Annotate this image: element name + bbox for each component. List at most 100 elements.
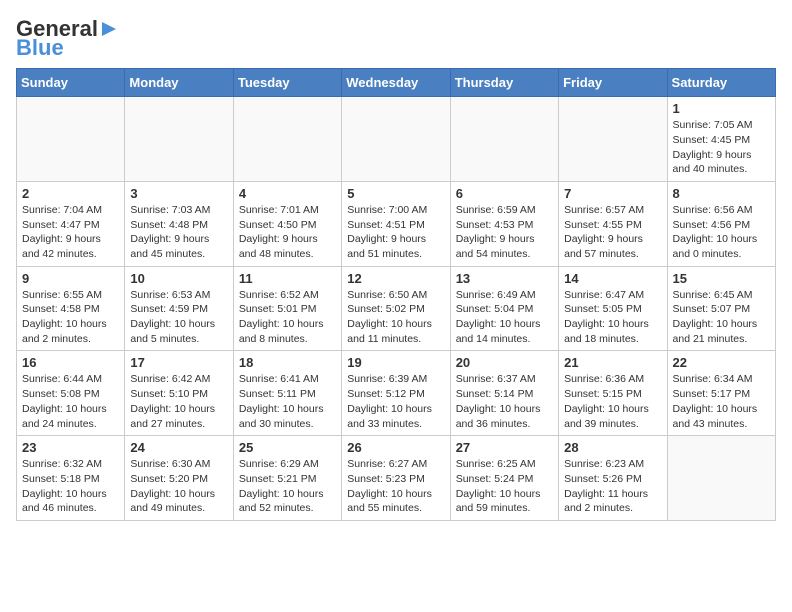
calendar-cell: 8 Sunrise: 6:56 AM Sunset: 4:56 PM Daylig…: [667, 181, 775, 266]
calendar-cell: 19 Sunrise: 6:39 AM Sunset: 5:12 PM Dayli…: [342, 351, 450, 436]
calendar-cell: [233, 97, 341, 182]
day-info: Sunrise: 6:49 AM Sunset: 5:04 PM Dayligh…: [456, 288, 553, 347]
logo: General Blue: [16, 16, 119, 60]
calendar-cell: [125, 97, 233, 182]
calendar-cell: 15 Sunrise: 6:45 AM Sunset: 5:07 PM Dayli…: [667, 266, 775, 351]
day-number: 22: [673, 355, 770, 370]
day-number: 18: [239, 355, 336, 370]
day-info: Sunrise: 6:42 AM Sunset: 5:10 PM Dayligh…: [130, 372, 227, 431]
weekday-header: Tuesday: [233, 69, 341, 97]
weekday-header: Friday: [559, 69, 667, 97]
calendar-cell: 10 Sunrise: 6:53 AM Sunset: 4:59 PM Dayli…: [125, 266, 233, 351]
calendar-table: SundayMondayTuesdayWednesdayThursdayFrid…: [16, 68, 776, 521]
day-info: Sunrise: 6:44 AM Sunset: 5:08 PM Dayligh…: [22, 372, 119, 431]
day-info: Sunrise: 6:34 AM Sunset: 5:17 PM Dayligh…: [673, 372, 770, 431]
day-number: 24: [130, 440, 227, 455]
calendar-cell: [17, 97, 125, 182]
logo: General Blue: [16, 16, 119, 60]
calendar-cell: [667, 436, 775, 521]
day-info: Sunrise: 6:39 AM Sunset: 5:12 PM Dayligh…: [347, 372, 444, 431]
weekday-header: Monday: [125, 69, 233, 97]
day-number: 7: [564, 186, 661, 201]
calendar-header-row: SundayMondayTuesdayWednesdayThursdayFrid…: [17, 69, 776, 97]
calendar-cell: 11 Sunrise: 6:52 AM Sunset: 5:01 PM Dayli…: [233, 266, 341, 351]
day-number: 19: [347, 355, 444, 370]
day-number: 20: [456, 355, 553, 370]
calendar-cell: 24 Sunrise: 6:30 AM Sunset: 5:20 PM Dayli…: [125, 436, 233, 521]
calendar-cell: 27 Sunrise: 6:25 AM Sunset: 5:24 PM Dayli…: [450, 436, 558, 521]
day-number: 9: [22, 271, 119, 286]
day-info: Sunrise: 6:57 AM Sunset: 4:55 PM Dayligh…: [564, 203, 661, 262]
day-number: 1: [673, 101, 770, 116]
day-info: Sunrise: 6:37 AM Sunset: 5:14 PM Dayligh…: [456, 372, 553, 431]
day-info: Sunrise: 6:47 AM Sunset: 5:05 PM Dayligh…: [564, 288, 661, 347]
day-number: 27: [456, 440, 553, 455]
day-info: Sunrise: 7:01 AM Sunset: 4:50 PM Dayligh…: [239, 203, 336, 262]
day-number: 10: [130, 271, 227, 286]
day-info: Sunrise: 7:05 AM Sunset: 4:45 PM Dayligh…: [673, 118, 770, 177]
day-info: Sunrise: 6:30 AM Sunset: 5:20 PM Dayligh…: [130, 457, 227, 516]
calendar-cell: 2 Sunrise: 7:04 AM Sunset: 4:47 PM Daylig…: [17, 181, 125, 266]
day-number: 23: [22, 440, 119, 455]
calendar-cell: 3Sunrise: 7:03 AM Sunset: 4:48 PM Daylig…: [125, 181, 233, 266]
day-info: Sunrise: 6:59 AM Sunset: 4:53 PM Dayligh…: [456, 203, 553, 262]
calendar-week-row: 2 Sunrise: 7:04 AM Sunset: 4:47 PM Daylig…: [17, 181, 776, 266]
weekday-header: Sunday: [17, 69, 125, 97]
calendar-cell: 9 Sunrise: 6:55 AM Sunset: 4:58 PM Daylig…: [17, 266, 125, 351]
calendar-cell: 16 Sunrise: 6:44 AM Sunset: 5:08 PM Dayli…: [17, 351, 125, 436]
day-number: 8: [673, 186, 770, 201]
day-info: Sunrise: 6:45 AM Sunset: 5:07 PM Dayligh…: [673, 288, 770, 347]
weekday-header: Thursday: [450, 69, 558, 97]
day-number: 12: [347, 271, 444, 286]
day-number: 25: [239, 440, 336, 455]
day-info: Sunrise: 6:27 AM Sunset: 5:23 PM Dayligh…: [347, 457, 444, 516]
calendar-cell: [559, 97, 667, 182]
day-number: 11: [239, 271, 336, 286]
day-info: Sunrise: 6:23 AM Sunset: 5:26 PM Dayligh…: [564, 457, 661, 516]
day-info: Sunrise: 6:56 AM Sunset: 4:56 PM Dayligh…: [673, 203, 770, 262]
day-info: Sunrise: 6:25 AM Sunset: 5:24 PM Dayligh…: [456, 457, 553, 516]
day-number: 2: [22, 186, 119, 201]
day-number: 5: [347, 186, 444, 201]
day-info: Sunrise: 6:29 AM Sunset: 5:21 PM Dayligh…: [239, 457, 336, 516]
day-info: Sunrise: 7:03 AM Sunset: 4:48 PM Dayligh…: [130, 203, 227, 262]
calendar-cell: 21 Sunrise: 6:36 AM Sunset: 5:15 PM Dayli…: [559, 351, 667, 436]
calendar-cell: 17Sunrise: 6:42 AM Sunset: 5:10 PM Dayli…: [125, 351, 233, 436]
calendar-week-row: 1 Sunrise: 7:05 AM Sunset: 4:45 PM Daylig…: [17, 97, 776, 182]
day-info: Sunrise: 6:50 AM Sunset: 5:02 PM Dayligh…: [347, 288, 444, 347]
day-number: 15: [673, 271, 770, 286]
day-number: 13: [456, 271, 553, 286]
calendar-cell: [450, 97, 558, 182]
day-info: Sunrise: 6:53 AM Sunset: 4:59 PM Dayligh…: [130, 288, 227, 347]
day-number: 16: [22, 355, 119, 370]
day-number: 14: [564, 271, 661, 286]
day-info: Sunrise: 7:04 AM Sunset: 4:47 PM Dayligh…: [22, 203, 119, 262]
day-number: 26: [347, 440, 444, 455]
calendar-cell: 4 Sunrise: 7:01 AM Sunset: 4:50 PM Daylig…: [233, 181, 341, 266]
calendar-cell: 18 Sunrise: 6:41 AM Sunset: 5:11 PM Dayli…: [233, 351, 341, 436]
calendar-cell: 25 Sunrise: 6:29 AM Sunset: 5:21 PM Dayli…: [233, 436, 341, 521]
weekday-header: Saturday: [667, 69, 775, 97]
day-info: Sunrise: 6:55 AM Sunset: 4:58 PM Dayligh…: [22, 288, 119, 347]
calendar-cell: 6Sunrise: 6:59 AM Sunset: 4:53 PM Daylig…: [450, 181, 558, 266]
day-info: Sunrise: 7:00 AM Sunset: 4:51 PM Dayligh…: [347, 203, 444, 262]
calendar-cell: 26 Sunrise: 6:27 AM Sunset: 5:23 PM Dayli…: [342, 436, 450, 521]
calendar-cell: 22 Sunrise: 6:34 AM Sunset: 5:17 PM Dayli…: [667, 351, 775, 436]
calendar-cell: 7 Sunrise: 6:57 AM Sunset: 4:55 PM Daylig…: [559, 181, 667, 266]
day-info: Sunrise: 6:32 AM Sunset: 5:18 PM Dayligh…: [22, 457, 119, 516]
day-number: 21: [564, 355, 661, 370]
day-number: 28: [564, 440, 661, 455]
calendar-cell: [342, 97, 450, 182]
calendar-cell: 1 Sunrise: 7:05 AM Sunset: 4:45 PM Daylig…: [667, 97, 775, 182]
calendar-cell: 14 Sunrise: 6:47 AM Sunset: 5:05 PM Dayli…: [559, 266, 667, 351]
day-info: Sunrise: 6:41 AM Sunset: 5:11 PM Dayligh…: [239, 372, 336, 431]
calendar-cell: 20 Sunrise: 6:37 AM Sunset: 5:14 PM Dayli…: [450, 351, 558, 436]
calendar-cell: 28 Sunrise: 6:23 AM Sunset: 5:26 PM Dayli…: [559, 436, 667, 521]
logo-arrow-icon: [99, 19, 119, 39]
day-info: Sunrise: 6:52 AM Sunset: 5:01 PM Dayligh…: [239, 288, 336, 347]
day-number: 4: [239, 186, 336, 201]
calendar-cell: 23 Sunrise: 6:32 AM Sunset: 5:18 PM Dayli…: [17, 436, 125, 521]
calendar-week-row: 23 Sunrise: 6:32 AM Sunset: 5:18 PM Dayli…: [17, 436, 776, 521]
day-info: Sunrise: 6:36 AM Sunset: 5:15 PM Dayligh…: [564, 372, 661, 431]
page-header: General Blue: [16, 16, 776, 60]
